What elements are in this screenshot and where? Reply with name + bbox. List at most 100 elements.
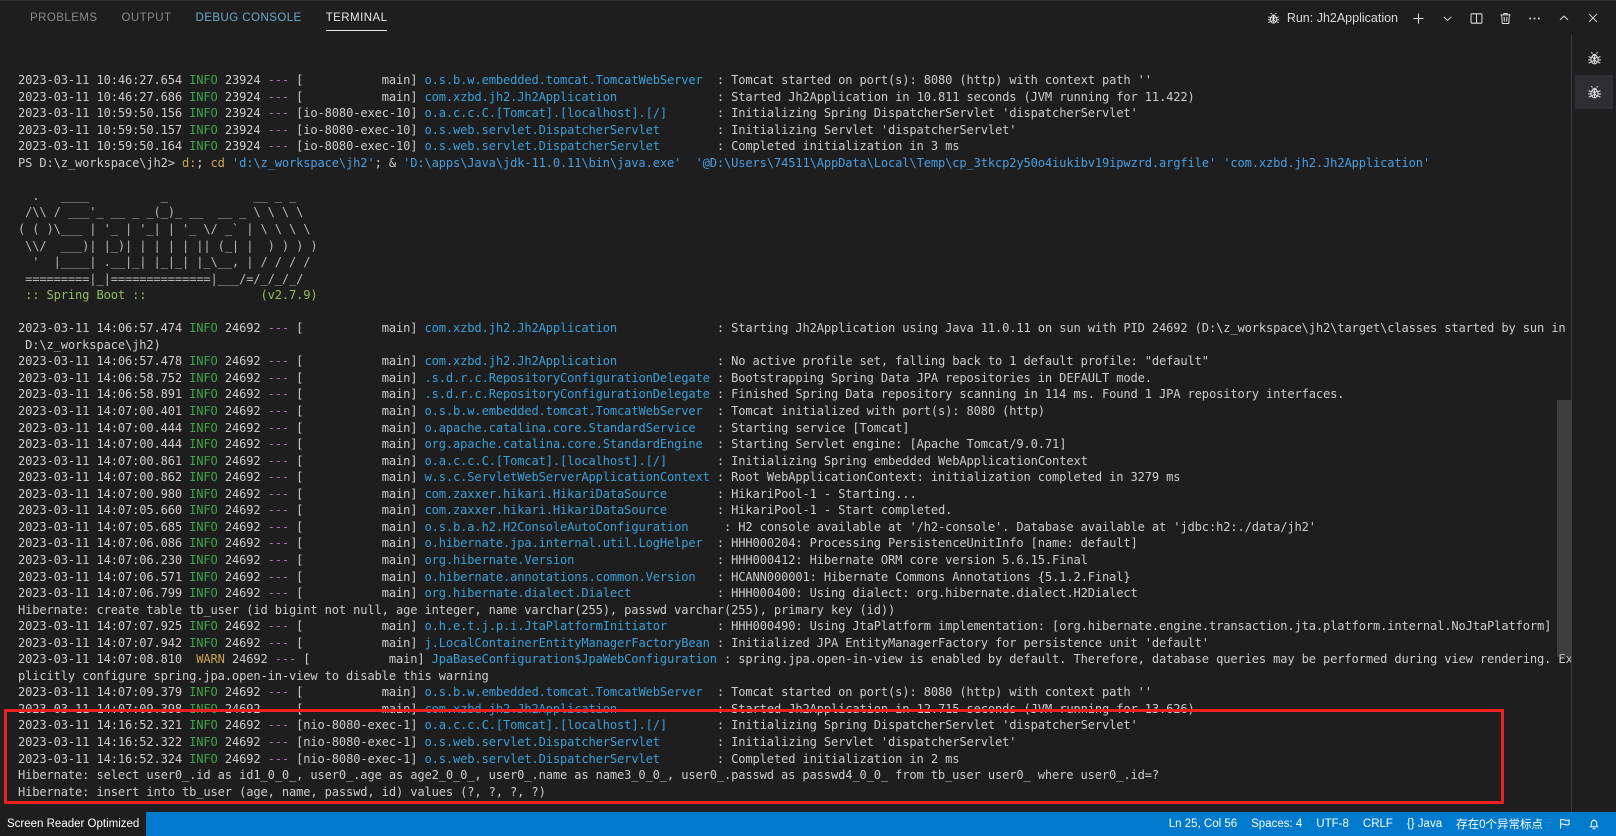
terminal-text-segment: 2023-03-11 10:46:27.686 — [18, 89, 190, 104]
terminal-text-segment: --- — [267, 470, 290, 485]
terminal-text-segment: INFO — [189, 685, 218, 700]
terminal-text-segment: 2023-03-11 14:06:57.478 — [18, 354, 190, 369]
terminal-text-segment: [ main] — [289, 619, 425, 634]
terminal-text-segment: ( ( )\___ | '_ | '_| | '_ \/ _` | \ \ \ … — [18, 222, 311, 237]
indentation-status[interactable]: Spaces: 4 — [1244, 812, 1309, 836]
new-terminal-button[interactable] — [1405, 5, 1432, 31]
terminal-output[interactable]: 2023-03-11 10:46:27.654 INFO 23924 --- [… — [0, 35, 1571, 812]
bell-button[interactable] — [1579, 812, 1608, 836]
terminal-text-segment: o.s.b.a.h2.H2ConsoleAutoConfiguration — [424, 519, 689, 534]
terminal-text-segment: --- — [267, 106, 290, 121]
eol-status[interactable]: CRLF — [1356, 812, 1400, 836]
terminal-text-segment: 2023-03-11 10:59:50.157 — [18, 122, 190, 137]
screen-reader-status[interactable]: Screen Reader Optimized — [0, 812, 147, 836]
terminal-text-segment: . ____ _ __ _ _ — [18, 188, 297, 203]
terminal-text-segment: o.hibernate.annotations.common.Version — [424, 569, 696, 584]
close-panel-button[interactable] — [1579, 5, 1606, 31]
terminal-text-segment: 24692 — [217, 586, 268, 601]
terminal-text-segment: PS D:\z_workspace\jh2> — [18, 155, 183, 170]
terminal-text-segment: 24692 — [217, 437, 268, 452]
split-terminal-button[interactable] — [1463, 5, 1490, 31]
debug-icon-button-2[interactable] — [1575, 75, 1613, 109]
maximize-panel-button[interactable] — [1550, 5, 1577, 31]
terminal-text-segment: INFO — [189, 404, 218, 419]
terminal-text-segment: 2023-03-11 14:07:06.571 — [18, 569, 190, 584]
kill-terminal-button[interactable] — [1492, 5, 1519, 31]
terminal-text-segment: 24692 — [217, 387, 268, 402]
terminal-text-segment: 2023-03-11 14:07:09.398 — [18, 701, 190, 716]
terminal-text-segment: : HikariPool-1 - Start completed. — [666, 503, 953, 518]
terminal-text-segment: d: — [182, 155, 197, 170]
terminal-text-segment: WARN — [189, 652, 225, 667]
terminal-text-segment: INFO — [189, 734, 218, 749]
terminal-text-segment: --- — [267, 619, 290, 634]
terminal-text-segment: --- — [267, 586, 290, 601]
panel-tabs: PROBLEMS OUTPUT DEBUG CONSOLE TERMINAL — [18, 1, 399, 35]
terminal-text-segment: Hibernate: insert into tb_user (age, nam… — [18, 784, 546, 799]
terminal-line: 2023-03-11 14:07:08.810 WARN 24692 --- [… — [18, 651, 1571, 668]
terminal-text-segment: INFO — [189, 321, 218, 336]
terminal-text-segment: 2023-03-11 14:06:58.752 — [18, 370, 190, 385]
terminal-text-segment: : HHH000412: Hibernate ORM core version … — [574, 552, 1088, 567]
terminal-text-segment: : H2 console available at '/h2-console'.… — [688, 519, 1316, 534]
terminal-text-segment: 2023-03-11 14:07:07.925 — [18, 619, 190, 634]
terminal-line: Hibernate: create table tb_user (id bigi… — [18, 602, 1571, 619]
vscode-window: PROBLEMS OUTPUT DEBUG CONSOLE TERMINAL Run:… — [0, 0, 1616, 836]
terminal-text-segment: 24692 — [217, 321, 268, 336]
terminal-text-segment: [nio-8080-exec-1] — [289, 734, 425, 749]
terminal-text-segment: --- — [267, 569, 290, 584]
terminal-text-segment: 24692 — [217, 718, 268, 733]
terminal-text-segment: o.s.b.w.embedded.tomcat.TomcatWebServer — [424, 404, 703, 419]
terminal-text-segment: o.a.c.c.C.[Tomcat].[localhost].[/] — [424, 453, 668, 468]
terminal-text-segment: [io-8080-exec-10] — [289, 106, 425, 121]
terminal-text-segment: --- — [267, 321, 290, 336]
terminal-text-segment: : No active profile set, falling back to… — [617, 354, 1209, 369]
terminal-scrollbar[interactable] — [1557, 35, 1571, 812]
terminal-text-segment: : Root WebApplicationContext: initializa… — [709, 470, 1181, 485]
terminal-line-list: 2023-03-11 10:46:27.654 INFO 23924 --- [… — [18, 72, 1571, 812]
terminal-line: 2023-03-11 14:07:09.398 INFO 24692 --- [… — [18, 701, 1571, 718]
tab-problems[interactable]: PROBLEMS — [18, 1, 110, 35]
plus-icon — [1410, 10, 1427, 27]
terminal-text-segment: o.s.web.servlet.DispatcherServlet — [424, 122, 660, 137]
terminal-text-segment: : HHH000204: Processing PersistenceUnitI… — [702, 536, 1138, 551]
terminal-text-segment: 24692 — [217, 635, 268, 650]
tab-terminal[interactable]: TERMINAL — [314, 1, 400, 35]
tab-debug-console[interactable]: DEBUG CONSOLE — [184, 1, 314, 35]
terminal-line: . ____ _ __ _ _ — [18, 188, 1571, 205]
terminal-scrollbar-thumb[interactable] — [1557, 400, 1571, 657]
language-mode-status[interactable]: {} Java — [1400, 812, 1449, 836]
terminal-line: 2023-03-11 14:06:58.891 INFO 24692 --- [… — [18, 386, 1571, 403]
cursor-position-status[interactable]: Ln 25, Col 56 — [1162, 812, 1244, 836]
terminal-text-segment: 'D:\apps\Java\jdk-11.0.11\bin\java.exe' — [403, 155, 682, 170]
terminal-text-segment: [ main] — [289, 370, 425, 385]
terminal-text-segment: 24692 — [217, 552, 268, 567]
terminal-text-segment: INFO — [189, 503, 218, 518]
terminal-text-segment: : Starting Servlet engine: [Apache Tomca… — [702, 437, 1067, 452]
debug-icon-button-1[interactable] — [1575, 41, 1613, 75]
terminal-line: :: Spring Boot :: (v2.7.9) — [18, 287, 1571, 304]
terminal-text-segment: 2023-03-11 14:07:00.444 — [18, 437, 190, 452]
terminal-line: 2023-03-11 14:07:06.799 INFO 24692 --- [… — [18, 585, 1571, 602]
terminal-profile-dropdown[interactable] — [1434, 5, 1461, 31]
terminal-text-segment: 23924 — [217, 122, 268, 137]
encoding-status[interactable]: UTF-8 — [1309, 812, 1356, 836]
terminal-text-segment: INFO — [189, 586, 218, 601]
terminal-text-segment: --- — [267, 635, 290, 650]
terminal-text-segment: : Initializing Spring embedded WebApplic… — [666, 453, 1088, 468]
tab-output[interactable]: OUTPUT — [110, 1, 184, 35]
terminal-run-label[interactable]: Run: Jh2Application — [1260, 5, 1403, 31]
terminal-text-segment: : spring.jpa.open-in-view is enabled by … — [716, 652, 1571, 667]
feedback-button[interactable] — [1550, 812, 1579, 836]
punctuation-check-status[interactable]: 存在0个异常标点 — [1449, 812, 1550, 836]
terminal-text-segment: 'd:\z_workspace\jh2' — [231, 155, 375, 170]
terminal-text-segment: cd — [210, 155, 225, 170]
terminal-text-segment: : Tomcat started on port(s): 8080 (http)… — [702, 685, 1152, 700]
terminal-text-segment: [ main] — [289, 635, 425, 650]
panel-more-actions-button[interactable] — [1521, 5, 1548, 31]
terminal-text-segment: INFO — [189, 139, 218, 154]
terminal-text-segment: : Initializing Servlet 'dispatcherServle… — [659, 122, 1017, 137]
bug-icon — [1586, 84, 1603, 101]
